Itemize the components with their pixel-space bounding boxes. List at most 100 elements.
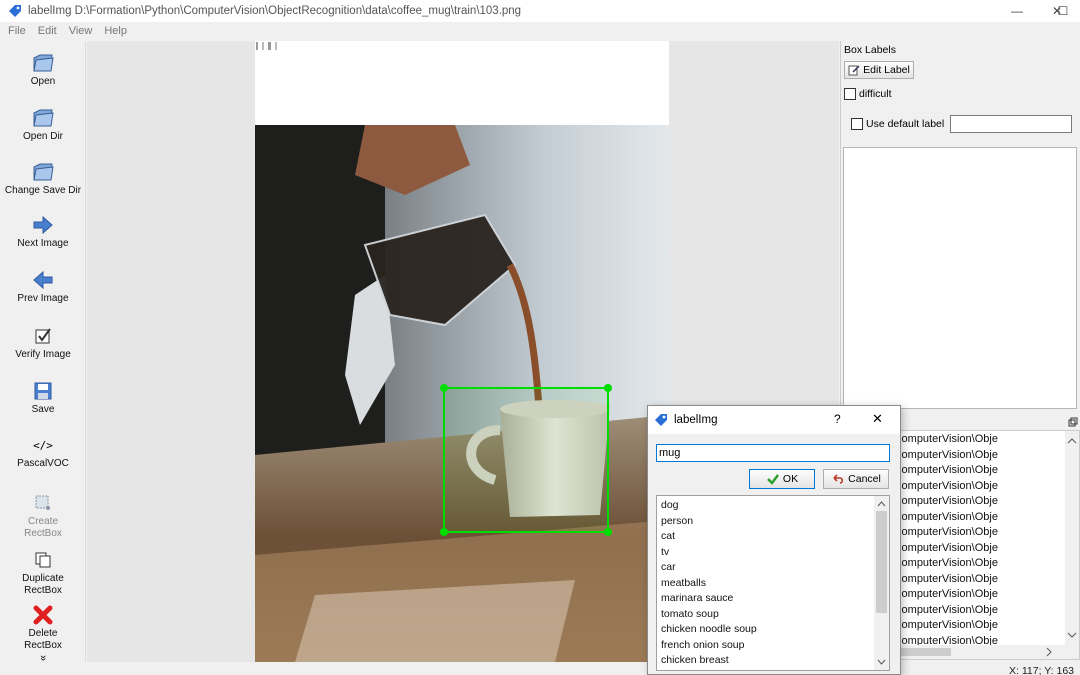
file-list-scrollbar[interactable] (1065, 431, 1079, 659)
annotated-image[interactable] (255, 41, 669, 662)
use-default-label-checkbox[interactable] (851, 118, 863, 130)
floppy-disk-icon (34, 382, 52, 400)
label-list-scrollbar[interactable] (874, 496, 889, 670)
open-dir-button[interactable]: Open Dir (0, 105, 86, 143)
cancel-button[interactable]: Cancel (823, 469, 889, 489)
prev-image-label: Prev Image (17, 293, 69, 304)
ok-button[interactable]: OK (749, 469, 815, 489)
tool-bar: Open Open Dir Change Save Dir Next Image… (0, 42, 86, 662)
dialog-help-button[interactable]: ? (834, 412, 841, 426)
next-image-button[interactable]: Next Image (0, 212, 86, 250)
dock-float-icon[interactable] (1068, 417, 1078, 427)
bounding-box[interactable] (436, 381, 616, 537)
change-save-dir-label: Change Save Dir (4, 185, 82, 196)
checkbox-check-icon (35, 328, 51, 344)
open-button[interactable]: Open (0, 50, 86, 88)
arrow-left-icon (33, 270, 53, 290)
arrow-right-icon (33, 215, 53, 235)
label-suggestion-item[interactable]: chicken noodle soup (661, 622, 757, 638)
label-input[interactable]: mug (656, 444, 890, 462)
verify-image-label: Verify Image (15, 349, 71, 360)
difficult-label: difficult (859, 88, 892, 100)
bbox-handle-tr[interactable] (604, 384, 612, 392)
menu-view[interactable]: View (69, 25, 93, 37)
save-button[interactable]: Save (0, 378, 86, 416)
top-marks (256, 42, 277, 50)
edit-label-button[interactable]: Edit Label (844, 61, 914, 79)
delete-x-icon (33, 605, 53, 625)
hscroll-thumb[interactable] (901, 648, 951, 656)
label-suggestion-item[interactable]: car (661, 560, 676, 576)
next-image-label: Next Image (17, 238, 69, 249)
change-save-dir-button[interactable]: Change Save Dir (0, 159, 86, 197)
ok-label: OK (782, 473, 799, 485)
delete-rectbox-label-2: RectBox (24, 640, 62, 651)
label-list-scroll-thumb[interactable] (876, 511, 887, 613)
window-title: labelImg D:\Formation\Python\ComputerVis… (28, 5, 522, 17)
cursor-coords: X: 117; Y: 163 (1009, 665, 1074, 675)
bbox-handle-br[interactable] (604, 528, 612, 536)
edit-icon (848, 65, 860, 76)
create-rectbox-label-2: RectBox (24, 528, 62, 539)
close-window-button[interactable]: ✕ (1034, 0, 1080, 22)
label-dialog: labelImg ? ✕ mug OK Cancel dog person cat t… (647, 405, 901, 675)
duplicate-rectbox-label-1: Duplicate (22, 573, 64, 584)
format-label: PascalVOC (17, 458, 69, 469)
scroll-up-icon[interactable] (1065, 435, 1079, 447)
create-rectbox-label-1: Create (27, 516, 58, 527)
menu-bar: File Edit View Help (0, 22, 1080, 40)
delete-rectbox-button[interactable]: Delete RectBox (0, 602, 86, 652)
duplicate-icon (35, 552, 51, 568)
duplicate-rectbox-button[interactable]: Duplicate RectBox (0, 547, 86, 597)
code-icon: </> (33, 438, 53, 452)
menu-edit[interactable]: Edit (38, 25, 57, 37)
edit-label-text: Edit Label (863, 64, 910, 76)
dialog-close-button[interactable]: ✕ (872, 411, 883, 427)
create-rectbox-button[interactable]: Create RectBox (0, 490, 86, 540)
open-dir-label: Open Dir (22, 131, 63, 142)
tag-icon (655, 414, 667, 426)
label-suggestion-list[interactable]: dog person cat tv car meatballs marinara sauce… (656, 495, 890, 671)
scroll-up-icon[interactable] (874, 498, 889, 510)
check-icon (767, 474, 779, 485)
use-default-label-text: Use default label (866, 118, 945, 130)
folder-icon (33, 54, 54, 72)
prev-image-button[interactable]: Prev Image (0, 267, 86, 305)
dialog-title: labelImg (674, 414, 718, 426)
difficult-checkbox[interactable] (844, 88, 856, 100)
bbox-handle-tl[interactable] (440, 384, 448, 392)
label-suggestion-item[interactable]: cat (661, 529, 675, 545)
scroll-right-icon[interactable] (1043, 645, 1055, 659)
status-bar: X: 117; Y: 163 (0, 662, 1080, 675)
label-list[interactable] (843, 147, 1077, 409)
menu-help[interactable]: Help (104, 25, 127, 37)
delete-rectbox-label-1: Delete (28, 628, 58, 639)
dialog-titlebar: labelImg ? ✕ (648, 406, 900, 434)
label-suggestion-item[interactable]: french onion soup (661, 638, 744, 654)
cancel-label: Cancel (848, 473, 881, 485)
undo-icon (833, 474, 844, 484)
rectbox-icon (35, 495, 50, 510)
window-titlebar: labelImg D:\Formation\Python\ComputerVis… (0, 0, 1080, 22)
menu-file[interactable]: File (8, 25, 26, 37)
format-button[interactable]: </> PascalVOC (0, 432, 86, 470)
tag-icon (9, 5, 21, 17)
label-suggestion-item[interactable]: tv (661, 545, 669, 561)
label-suggestion-item[interactable]: person (661, 514, 693, 530)
folder-icon (33, 109, 54, 127)
open-label: Open (30, 76, 56, 87)
label-suggestion-item[interactable]: tomato soup (661, 607, 719, 623)
box-labels-title: Box Labels (844, 44, 896, 56)
label-suggestion-item[interactable]: meatballs (661, 576, 706, 592)
label-suggestion-item[interactable]: marinara sauce (661, 591, 733, 607)
bbox-handle-bl[interactable] (440, 528, 448, 536)
label-suggestion-item[interactable]: chicken breast (661, 653, 729, 669)
duplicate-rectbox-label-2: RectBox (24, 585, 62, 596)
label-suggestion-item[interactable]: dog (661, 498, 679, 514)
save-label: Save (31, 404, 55, 415)
folder-icon (33, 163, 54, 181)
verify-image-button[interactable]: Verify Image (0, 323, 86, 361)
scroll-down-icon[interactable] (874, 656, 889, 668)
default-label-input[interactable] (950, 115, 1072, 133)
scroll-down-icon[interactable] (1065, 629, 1079, 641)
